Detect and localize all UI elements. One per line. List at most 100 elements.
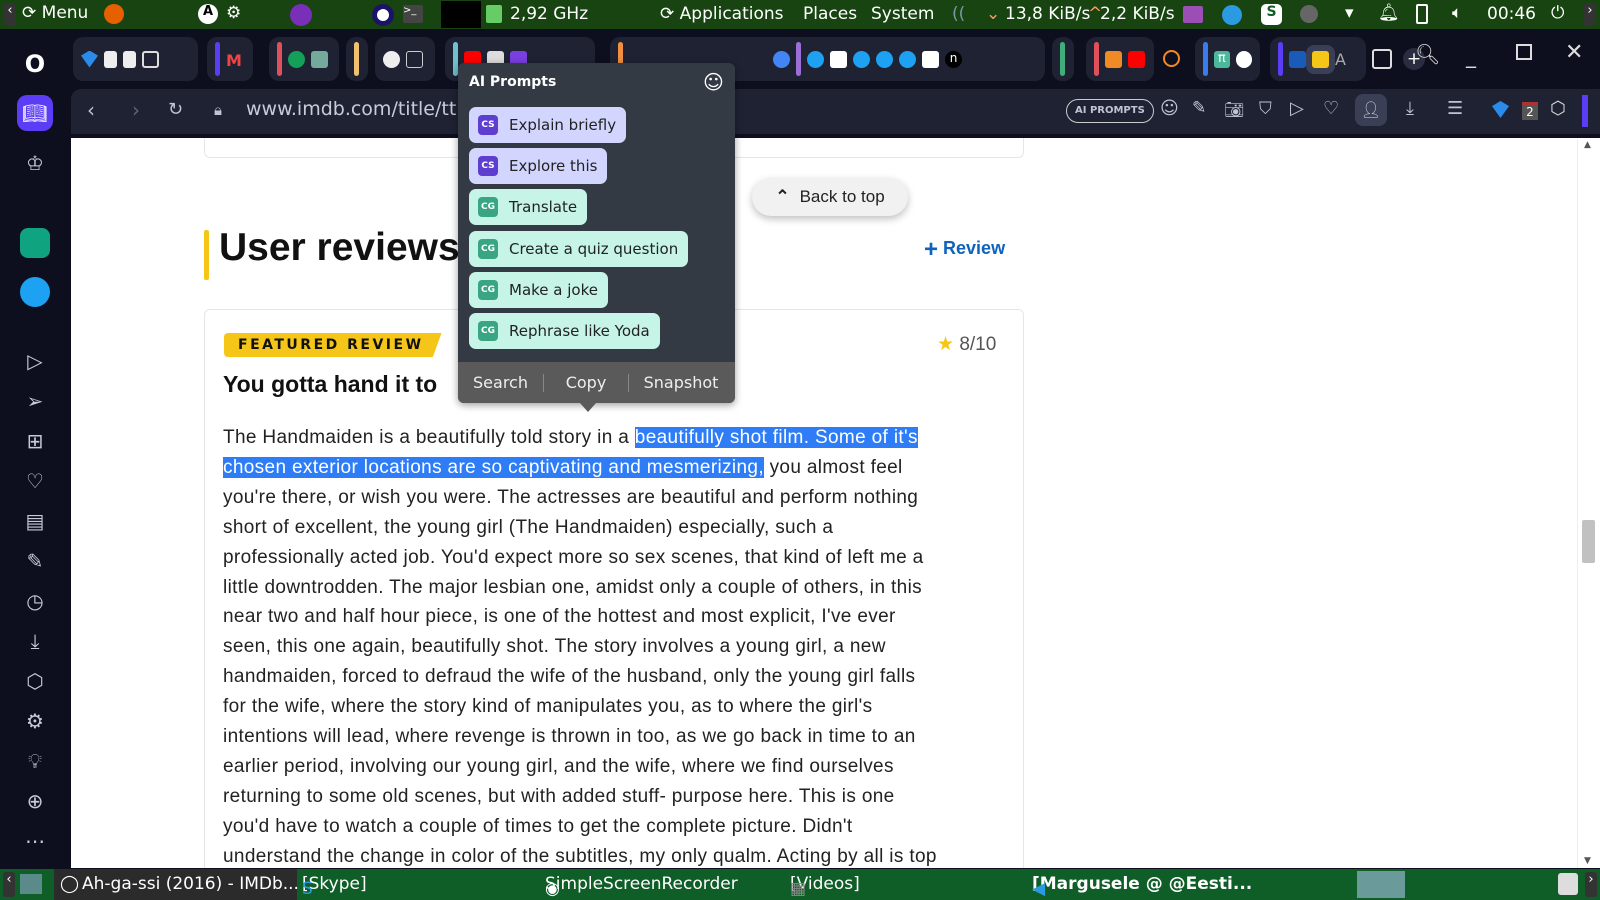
youtube-icon[interactable]: [1128, 50, 1145, 68]
add-review-link[interactable]: + Review: [924, 236, 1005, 264]
prompt-chip[interactable]: CG Create a quiz question: [469, 230, 689, 267]
firefox-icon[interactable]: [104, 4, 124, 24]
clock[interactable]: 00:46: [1487, 4, 1536, 24]
selected-text[interactable]: beautifully shot film. Some of it's: [634, 427, 918, 448]
tips-bulb-icon[interactable]: 💡︎: [17, 743, 53, 779]
gears-icon[interactable]: ⚙: [226, 3, 241, 23]
forward-button[interactable]: ›: [132, 98, 140, 122]
taskbar-item-imdb[interactable]: ◯ Ah-ga-ssi (2016) - IMDb...: [54, 869, 299, 900]
restore-button[interactable]: [1516, 44, 1532, 60]
applications-menu[interactable]: ⟳ Applications: [660, 4, 784, 24]
battery-icon[interactable]: [1416, 4, 1428, 24]
search-tabs-icon[interactable]: 🔍︎: [1415, 42, 1440, 66]
reload-button[interactable]: ↻: [168, 99, 183, 120]
twitter-tab-icon[interactable]: [899, 50, 916, 68]
my-flow-icon[interactable]: 📖︎: [17, 95, 53, 131]
group-color-bar[interactable]: [1278, 42, 1283, 76]
taskbar-right-arrow[interactable]: ›: [1585, 872, 1597, 897]
group-color-bar[interactable]: [215, 42, 220, 76]
heart-icon[interactable]: ♡: [17, 463, 53, 499]
psi-icon[interactable]: [830, 50, 847, 68]
pin-edit-icon[interactable]: ✎: [1192, 98, 1206, 118]
app-icon[interactable]: [922, 50, 939, 68]
chatgpt-icon[interactable]: [20, 228, 50, 258]
back-button[interactable]: ‹: [87, 98, 95, 122]
close-button[interactable]: ✕: [1565, 40, 1583, 65]
extensions-cube-icon[interactable]: ⬡: [17, 663, 53, 699]
downloads-icon[interactable]: ⤓: [17, 623, 53, 659]
prompt-chip[interactable]: CG Rephrase like Yoda: [469, 313, 660, 349]
tor-icon[interactable]: [290, 4, 312, 26]
prompt-chip[interactable]: CG Translate: [469, 189, 588, 226]
workspace-badge[interactable]: 2: [1522, 102, 1538, 120]
twitter-tab-icon[interactable]: [853, 50, 870, 68]
diamond-extension-icon[interactable]: [1492, 101, 1509, 118]
smiley-icon[interactable]: ☺: [703, 70, 724, 94]
group-color-bar[interactable]: [354, 42, 359, 76]
group-color-bar[interactable]: [277, 42, 282, 76]
google-icon[interactable]: [773, 50, 790, 68]
group-color-bar[interactable]: [1203, 42, 1208, 76]
diamond-icon[interactable]: [81, 50, 98, 68]
edit-icon[interactable]: ✎: [17, 543, 53, 579]
app-icon[interactable]: [1163, 50, 1180, 67]
panel-left-arrow[interactable]: ‹: [4, 3, 16, 26]
selected-text[interactable]: chosen exterior locations are so captiva…: [223, 456, 764, 478]
notification-bell-icon[interactable]: 🔔︎: [1378, 3, 1400, 23]
group-color-bar[interactable]: [796, 42, 801, 76]
copy-action[interactable]: Copy: [544, 373, 628, 392]
err-icon[interactable]: [1289, 50, 1306, 68]
easy-setup-icon[interactable]: ☰: [1447, 98, 1463, 119]
app-icon[interactable]: [1235, 50, 1252, 68]
places-menu[interactable]: Places: [803, 4, 857, 24]
taskbar-item-videos[interactable]: ▦ [Videos]: [790, 874, 860, 899]
scrollbar-thumb[interactable]: [1582, 520, 1595, 563]
notion-icon[interactable]: n: [945, 50, 962, 68]
minimize-button[interactable]: _: [1466, 44, 1476, 68]
menu-button[interactable]: ⟳ Menu: [22, 3, 88, 23]
sidebar-toggle-bar[interactable]: [1582, 95, 1588, 127]
crown-icon[interactable]: ♔: [17, 145, 53, 181]
add-panel-icon[interactable]: ⊕: [17, 783, 53, 819]
clock-app-icon[interactable]: [1372, 49, 1392, 69]
power-icon[interactable]: ⏻: [1551, 3, 1564, 23]
panel-right-arrow[interactable]: ›: [1584, 3, 1596, 26]
imdb-tab-icon active-tab[interactable]: [1312, 50, 1329, 68]
twitter-icon[interactable]: [20, 277, 50, 307]
prompt-chip[interactable]: CS Explain briefly: [469, 107, 627, 143]
settings-gear-icon[interactable]: ⚙: [17, 703, 53, 739]
opera-panel-icon[interactable]: [372, 4, 394, 26]
audio-recorder-icon[interactable]: [1183, 6, 1203, 23]
url-field[interactable]: www.imdb.com/title/tt: [246, 98, 456, 120]
emoji-icon[interactable]: ☺: [1160, 98, 1179, 119]
workspace-switcher[interactable]: [1357, 871, 1405, 898]
cube-extension-icon[interactable]: ⬡: [1550, 98, 1566, 119]
twitter-tab-icon[interactable]: [876, 50, 893, 68]
send-icon[interactable]: ➢: [17, 383, 53, 419]
font-tab-icon[interactable]: A: [1335, 50, 1346, 69]
player-icon[interactable]: ▷: [17, 343, 53, 379]
news-icon[interactable]: ▤: [17, 503, 53, 539]
bookmark-heart-icon[interactable]: ♡: [1323, 98, 1339, 119]
twitter-tab-icon[interactable]: [807, 50, 824, 68]
terminal-icon[interactable]: >_: [403, 5, 423, 23]
gmail-icon[interactable]: M: [226, 51, 243, 70]
tray-app-icon[interactable]: [1300, 5, 1318, 23]
system-menu[interactable]: System: [871, 4, 934, 24]
shield-icon[interactable]: ⛉: [1259, 99, 1272, 119]
taskbar-item-skype[interactable]: S [Skype]: [302, 874, 367, 899]
volume-icon[interactable]: 🔈︎: [1452, 3, 1462, 23]
taskbar-left-arrow[interactable]: ‹: [3, 872, 15, 897]
prompt-chip[interactable]: CS Explore this: [469, 148, 608, 185]
profile-icon[interactable]: 👤︎: [1355, 94, 1387, 126]
globe-icon[interactable]: [383, 50, 400, 68]
snapshot-action[interactable]: Snapshot: [629, 373, 733, 392]
grammarly-icon[interactable]: [288, 50, 305, 68]
download-icon[interactable]: ⤓: [1406, 98, 1414, 119]
ai-prompts-button[interactable]: AI PROMPTS: [1066, 99, 1154, 123]
apps-grid-icon[interactable]: ⊞: [17, 423, 53, 459]
scrollbar[interactable]: ▲ ▼: [1577, 138, 1600, 868]
a-app-icon[interactable]: A: [198, 4, 218, 24]
prompt-chip[interactable]: CG Make a joke: [469, 271, 608, 308]
telegram-icon[interactable]: [1222, 5, 1242, 25]
